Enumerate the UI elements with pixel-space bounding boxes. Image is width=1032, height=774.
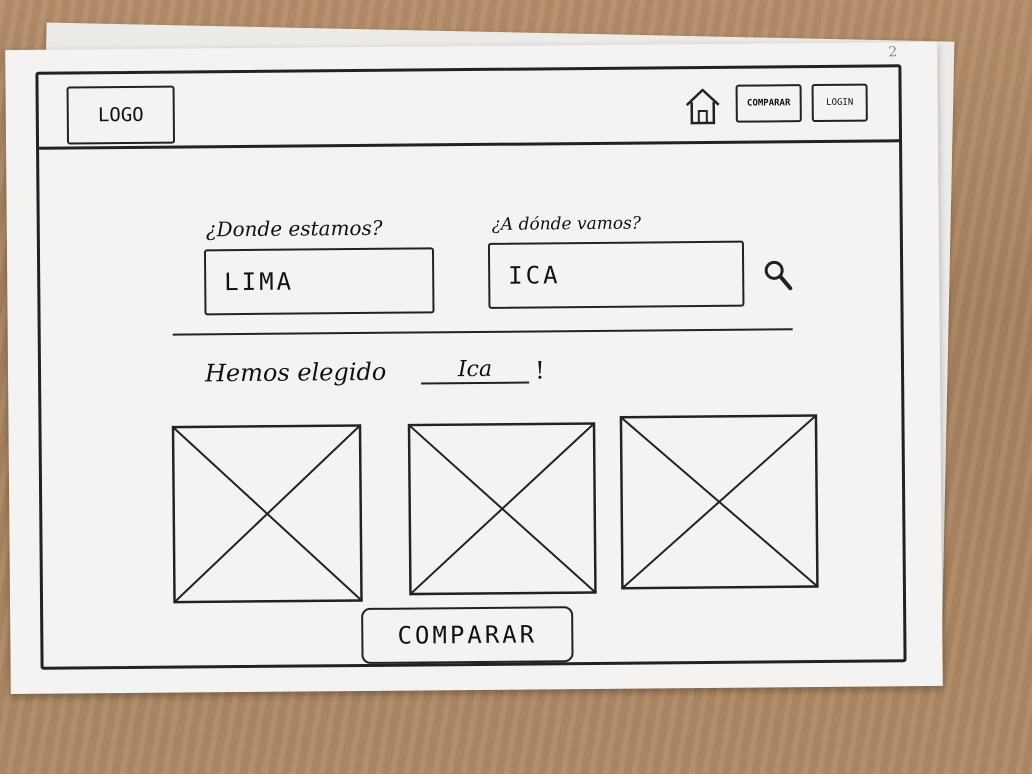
- section-divider: [172, 328, 793, 336]
- home-icon[interactable]: [683, 85, 723, 127]
- destination-input[interactable]: ICA: [487, 240, 745, 309]
- paper-sheet: 2 LOGO COMPARAR LOGIN ¿Donde estamos? LI…: [5, 41, 943, 695]
- result-prefix: Hemos elegido: [204, 357, 387, 388]
- search-icon[interactable]: [762, 258, 794, 292]
- result-suffix: !: [534, 356, 545, 385]
- image-placeholder-1[interactable]: [171, 424, 363, 604]
- compare-button[interactable]: COMPARAR: [361, 606, 574, 664]
- origin-input[interactable]: LIMA: [203, 247, 435, 316]
- compare-nav-button[interactable]: COMPARAR: [735, 84, 802, 123]
- image-placeholder-2[interactable]: [407, 422, 597, 596]
- app-window: LOGO COMPARAR LOGIN ¿Donde estamos? LIMA…: [35, 64, 907, 670]
- logo: LOGO: [66, 85, 176, 145]
- page-number: 2: [888, 44, 898, 61]
- login-nav-button[interactable]: LOGIN: [811, 83, 868, 123]
- result-value: Ica: [420, 356, 530, 385]
- image-placeholder-3[interactable]: [619, 414, 819, 590]
- header-bar: LOGO COMPARAR LOGIN: [38, 67, 900, 150]
- origin-label: ¿Donde estamos?: [205, 215, 383, 242]
- destination-label: ¿A dónde vamos?: [491, 213, 641, 235]
